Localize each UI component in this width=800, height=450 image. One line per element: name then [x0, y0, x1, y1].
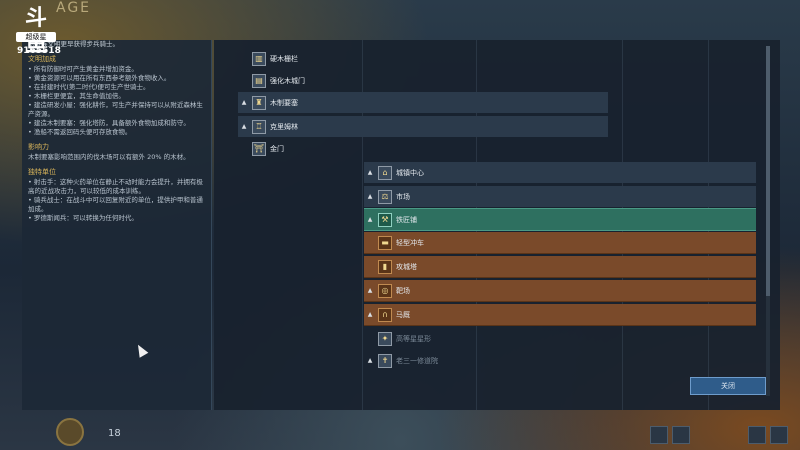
- stable-icon: ∩: [378, 307, 392, 322]
- tech-tree-row-label: 铁匠铺: [396, 215, 417, 224]
- expand-arrow-icon[interactable]: ▲: [364, 311, 376, 318]
- palisade-icon: ▥: [252, 51, 266, 66]
- fortress-icon: ♜: [252, 95, 266, 110]
- bonus-line: • 渔船不需返回码头便可存放食物。: [28, 128, 132, 136]
- tech-tree-row-label: 硬木栅栏: [270, 54, 298, 63]
- tech-tree-row-label: 强化木城门: [270, 76, 305, 85]
- tech-tree-row[interactable]: ⛩ 金门: [238, 138, 608, 159]
- tech-tree-row[interactable]: ▲ ◎ 靶场: [364, 280, 756, 302]
- tech-tree-row-label: 攻城塔: [396, 262, 417, 271]
- tech-tree-row-label: 高等星星形: [396, 334, 431, 343]
- tech-tree-row[interactable]: ▲ ∩ 马厩: [364, 304, 756, 326]
- gate-icon: ▤: [252, 73, 266, 88]
- bonus-line: • 建造木制要塞：强化塔防，具备额外食物加成和防守。: [28, 119, 190, 127]
- market-icon: ⚖: [378, 189, 392, 204]
- tech-tree-row-label: 克里姆林: [270, 122, 298, 131]
- unique-unit-line: • 骑兵战士：在战斗中可以回复附近的单位，提供护甲和普通加成。: [28, 196, 203, 213]
- age-emblem-icon[interactable]: [56, 418, 84, 446]
- bonus-line: • 木栅栏更便宜，其生命值加倍。: [28, 92, 125, 100]
- kremlin-icon: ♖: [252, 119, 266, 134]
- tech-tree-panel: ▥ 硬木栅栏 ▤ 强化木城门 ▲ ♜ 木制要塞 ▲ ♖ 克里姆林 ⛩ 金门 ▲ ⌂ 城镇中心 ▲ ⚖ 市场 ▲ ⚒ 铁匠…: [214, 40, 780, 410]
- logo-mark: 斗鱼: [24, 6, 47, 57]
- unique-unit-line: • 罗德斯闻兵：可以转换为任何时代。: [28, 214, 138, 222]
- scrollbar-thumb[interactable]: [766, 46, 770, 296]
- tech-tree-row[interactable]: ▤ 强化木城门: [238, 70, 608, 91]
- tech-tree-row-label: 金门: [270, 144, 284, 153]
- influence-line: 木制要塞影响范围内的伐木场可以有额外 20% 的木材。: [28, 153, 190, 161]
- monastery-icon: ✝: [378, 353, 392, 368]
- section-heading-bonuses: 文明加成: [28, 55, 56, 63]
- bonus-line: • 黄金资源可以用在所有东西参考额外食物收入。: [28, 74, 171, 82]
- town-center-icon: ⌂: [378, 165, 392, 180]
- hud-button[interactable]: [748, 426, 766, 444]
- bonus-line: • 所有防御时可产生黄金并增加资金。: [28, 65, 138, 73]
- expand-arrow-icon[interactable]: ▲: [364, 357, 376, 364]
- tech-tree-row[interactable]: ▲ ✝ 老三一修道院: [364, 350, 756, 371]
- tech-tree-row[interactable]: ▮ 攻城塔: [364, 256, 756, 278]
- hud-counter: 18: [108, 428, 121, 439]
- tech-tree-row-label: 靶场: [396, 286, 410, 295]
- tech-tree-row[interactable]: ▥ 硬木栅栏: [238, 48, 608, 69]
- bonus-line: • 在封建时代(第二时代)便可生产世骑士。: [28, 83, 150, 91]
- expand-arrow-icon[interactable]: ▲: [238, 99, 250, 106]
- tech-tree-row[interactable]: ▲ ⌂ 城镇中心: [364, 162, 756, 183]
- section-heading-influence: 影响力: [28, 143, 49, 151]
- tech-tree-row[interactable]: ▲ ⚒ 铁匠铺: [364, 208, 756, 231]
- bonus-line: • 建造研发小屋：强化耕作，可生产并保持可以从附近森林生产资源。: [28, 101, 203, 118]
- expand-arrow-icon[interactable]: ▲: [364, 169, 376, 176]
- hud-button[interactable]: [650, 426, 668, 444]
- tech-tree-row[interactable]: ✦ 高等星星形: [364, 328, 756, 349]
- expand-arrow-icon[interactable]: ▲: [238, 123, 250, 130]
- tech-tree-row[interactable]: ▲ ⚖ 市场: [364, 186, 756, 207]
- tech-tree-row[interactable]: ▬ 轻型冲车: [364, 232, 756, 254]
- siege-tower-icon: ▮: [378, 259, 392, 274]
- unique-unit-line: • 射击手：这种火药单位在静止不动时能力会提升，并拥有极高的近战攻击力，可以较低…: [28, 178, 203, 195]
- tech-tree-row-label: 轻型冲车: [396, 238, 424, 247]
- expand-arrow-icon[interactable]: ▲: [364, 287, 376, 294]
- tech-tree-row-label: 老三一修道院: [396, 356, 438, 365]
- tech-tree-row[interactable]: ▲ ♖ 克里姆林: [238, 116, 608, 137]
- star-fort-icon: ✦: [378, 331, 392, 346]
- expand-arrow-icon[interactable]: ▲: [364, 193, 376, 200]
- range-icon: ◎: [378, 283, 392, 298]
- hud-button[interactable]: [770, 426, 788, 444]
- blacksmith-icon: ⚒: [378, 212, 392, 227]
- ram-icon: ▬: [378, 235, 392, 250]
- room-id: 9165518: [17, 46, 61, 56]
- section-heading-unique-units: 独特单位: [28, 168, 56, 176]
- expand-arrow-icon[interactable]: ▲: [364, 216, 376, 223]
- bottom-hud: 18: [22, 418, 142, 450]
- stream-logo: 斗鱼 超级星: [16, 6, 56, 57]
- tech-tree-row[interactable]: ▲ ♜ 木制要塞: [238, 92, 608, 113]
- golden-gate-icon: ⛩: [252, 141, 266, 156]
- game-title: AGE: [56, 0, 92, 16]
- civilization-info-panel: …贵族文明更早获得步兵骑士。 文明加成 • 所有防御时可产生黄金并增加资金。 •…: [22, 40, 212, 410]
- tech-tree-row-label: 木制要塞: [270, 98, 298, 107]
- tech-tree-row-label: 马厩: [396, 310, 410, 319]
- tech-tree-row-label: 市场: [396, 192, 410, 201]
- close-button[interactable]: 关闭: [690, 377, 766, 395]
- logo-sub: 超级星: [16, 32, 56, 42]
- hud-button[interactable]: [672, 426, 690, 444]
- tech-tree-row-label: 城镇中心: [396, 168, 424, 177]
